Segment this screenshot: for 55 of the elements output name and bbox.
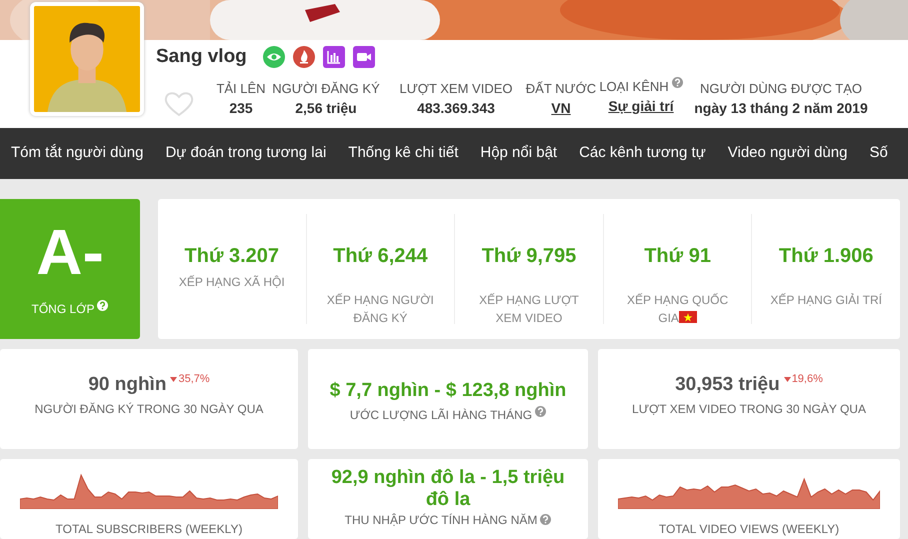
grade-letter: A- [36,220,104,284]
down-triangle-icon [784,376,791,382]
rank-value: Thứ 6,244 [333,244,428,269]
summary-label: THU NHẬP ƯỚC TÍNH HÀNG NĂM [344,514,538,526]
stat-label: NGƯỜI ĐĂNG KÝ [272,80,380,98]
stat-label: LOẠI KÊNH [599,78,669,96]
chart-caption: TOTAL SUBSCRIBERS (WEEKLY) [56,523,242,535]
rank-value: Thứ 91 [644,244,711,269]
help-icon[interactable] [672,76,683,88]
help-icon[interactable] [97,300,108,311]
nav-link[interactable]: Thống kê chi tiết [337,142,470,165]
stat-label: ĐẤT NƯỚC [526,80,596,98]
nav-link[interactable]: Tóm tắt người dùng [0,142,154,165]
stat-label: LƯỢT XEM VIDEO [399,80,513,98]
channel-name: Sang vlog [156,45,247,69]
summary-value: 90 nghìn [88,373,166,397]
chart-caption: TOTAL VIDEO VIEWS (WEEKLY) [658,523,840,535]
summary-label: NGƯỜI ĐĂNG KÝ TRONG 30 NGÀY QUA [34,400,264,418]
flame-icon[interactable] [292,46,315,68]
rank-label: XẾP HẠNG GIẢI TRÍ [770,293,882,307]
nav-link[interactable]: Số [858,142,899,165]
summary-label: ƯỚC LƯỢNG LÃI HÀNG THÁNG [350,406,532,424]
stat-label: NGƯỜI DÙNG ĐƯỢC TẠO [700,80,862,98]
summary-label: LƯỢT XEM VIDEO TRONG 30 NGÀY QUA [632,400,866,418]
eye-icon[interactable] [262,46,285,68]
stat-value: 235 [229,99,253,118]
stat-link[interactable]: VN [551,98,571,119]
video-camera-icon[interactable] [352,46,375,68]
nav-link[interactable]: Hộp nổi bật [469,142,568,165]
stat-value: ngày 13 tháng 2 năm 2019 [694,99,868,118]
nav-link[interactable]: Các kênh tương tự [568,142,717,165]
rank-label: XẾP HẠNG XÃ HỘI [178,275,285,289]
stat-link[interactable]: Sự giải trí [608,96,674,117]
change-value: 19,6% [792,372,823,387]
nav-link[interactable]: Dự đoán trong tương lai [154,142,338,165]
down-triangle-icon [170,376,178,382]
stat-value: 483.369.343 [417,99,495,118]
rank-label: XẾP HẠNG NGƯỜI ĐĂNG KÝ [326,293,434,325]
stat-value: 2,56 triệu [295,99,357,118]
rank-value: Thứ 1.906 [778,244,874,269]
grade-label: TỔNG LỚP [32,301,94,318]
help-icon[interactable] [540,514,552,525]
change-value: 35,7% [178,372,210,387]
summary-value: 30,953 triệu [675,373,780,397]
summary-value: $ 7,7 nghìn - $ 123,8 nghìn [330,379,566,403]
nav-link[interactable]: Video người dùng [716,142,858,165]
rank-value: Thứ 9,795 [482,244,576,269]
flag-icon [678,311,697,323]
help-icon[interactable] [535,406,546,416]
income-value: 92,9 nghìn đô la - 1,5 triệu đô la [330,467,566,511]
rank-label: XẾP HẠNG LƯỢT XEM VIDEO [479,293,579,325]
rank-label: XẾP HẠNG QUỐC GIA [627,293,728,325]
stat-label: TẢI LÊN [216,80,266,98]
bar-chart-icon[interactable] [322,46,345,68]
rank-value: Thứ 3.207 [184,244,280,269]
